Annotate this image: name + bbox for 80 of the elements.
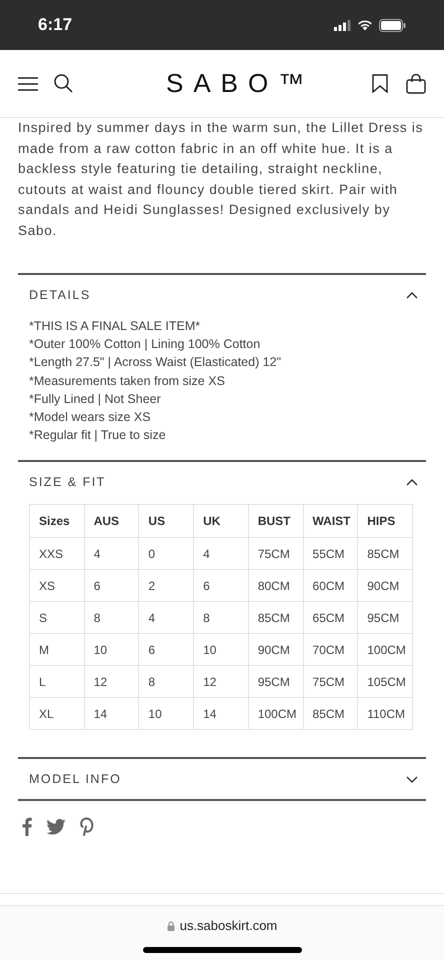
column-header: BUST bbox=[248, 504, 304, 538]
table-cell: S bbox=[30, 602, 84, 634]
table-cell: 6 bbox=[84, 570, 139, 602]
detail-item: *Model wears size XS bbox=[29, 409, 152, 426]
table-cell: 8 bbox=[194, 602, 248, 634]
table-cell: 70CM bbox=[303, 634, 358, 666]
table-cell: XS bbox=[30, 570, 84, 602]
detail-item: *Measurements taken from size XS bbox=[29, 372, 226, 390]
column-header: US bbox=[138, 504, 194, 538]
table-cell: 4 bbox=[84, 538, 139, 570]
table-cell: 55CM bbox=[303, 538, 358, 570]
section-title: DETAILS bbox=[29, 286, 91, 304]
table-cell: 85CM bbox=[358, 538, 412, 570]
table-cell: M bbox=[30, 634, 84, 666]
table-cell: 12 bbox=[84, 666, 139, 698]
table-cell: 10 bbox=[138, 698, 194, 730]
lock-icon bbox=[166, 920, 175, 931]
detail-item: *Fully Lined | Not Sheer bbox=[29, 390, 162, 408]
menu-icon[interactable] bbox=[18, 76, 38, 90]
table-cell: 65CM bbox=[303, 602, 358, 634]
table-cell: 60CM bbox=[303, 570, 358, 602]
table-cell: 2 bbox=[138, 570, 194, 602]
column-header: AUS bbox=[84, 504, 139, 538]
table-cell: XXS bbox=[30, 538, 84, 570]
status-time: 6:17 bbox=[38, 14, 72, 36]
table-cell: 100CM bbox=[248, 698, 304, 730]
table-cell: 95CM bbox=[358, 602, 412, 634]
table-cell: 80CM bbox=[248, 570, 304, 602]
table-cell: 6 bbox=[194, 570, 248, 602]
chevron-up-icon[interactable] bbox=[406, 478, 418, 486]
twitter-icon[interactable] bbox=[46, 818, 66, 835]
detail-item: *THIS IS A FINAL SALE ITEM* bbox=[29, 318, 202, 335]
column-header: WAIST bbox=[303, 504, 358, 538]
table-cell: 10 bbox=[194, 634, 248, 666]
column-header: UK bbox=[194, 504, 248, 538]
battery-icon bbox=[379, 18, 406, 32]
detail-item: *Length 27.5" | Across Waist (Elasticated) 12" bbox=[29, 354, 282, 372]
table-cell: 14 bbox=[84, 698, 139, 730]
table-cell: 12 bbox=[194, 666, 248, 698]
section-title: MODEL INFO bbox=[29, 771, 122, 788]
table-cell: 4 bbox=[194, 538, 248, 570]
chevron-down-icon[interactable] bbox=[406, 776, 418, 783]
table-cell: L bbox=[30, 666, 84, 698]
table-cell: 75CM bbox=[303, 666, 358, 698]
column-header: Sizes bbox=[30, 504, 84, 538]
table-cell: 85CM bbox=[303, 698, 358, 730]
table-cell: 95CM bbox=[248, 666, 304, 698]
product-description: Inspired by summer days in the warm sun, the Lillet Dress is made from a raw cotton fabric in an off white hue. It is a backless style featuring tie detailing, straight neckline, cutouts at waist and flouncy double tiered skirt. Pair with sandals and Heidi Sunglasses! Designed exclusively by Sabo. bbox=[18, 119, 424, 240]
table-cell: 75CM bbox=[248, 538, 304, 570]
accordion-header[interactable]: DETAILS bbox=[18, 275, 426, 315]
table-cell: 105CM bbox=[358, 666, 412, 698]
section-title: SIZE & FIT bbox=[29, 474, 106, 492]
shopping-bag-icon[interactable] bbox=[406, 74, 426, 94]
table-cell: 110CM bbox=[358, 698, 412, 730]
detail-item: *Outer 100% Cotton | Lining 100% Cotton bbox=[29, 336, 262, 354]
pinterest-icon[interactable] bbox=[80, 817, 94, 836]
table-cell: 90CM bbox=[358, 570, 412, 602]
url-text: us.saboskirt.com bbox=[180, 917, 278, 935]
table-cell: 8 bbox=[84, 602, 139, 634]
brand-logo[interactable]: SABO™ bbox=[166, 70, 314, 96]
table-cell: 4 bbox=[138, 602, 194, 634]
facebook-icon[interactable] bbox=[22, 817, 32, 836]
signal-icon bbox=[334, 20, 351, 30]
accordion-header[interactable]: SIZE & FIT bbox=[18, 462, 426, 502]
wifi-icon bbox=[357, 19, 373, 31]
table-cell: 100CM bbox=[358, 634, 412, 666]
table-cell: 14 bbox=[194, 698, 248, 730]
table-cell: 85CM bbox=[248, 602, 304, 634]
table-cell: 8 bbox=[138, 666, 194, 698]
table-cell: 90CM bbox=[248, 634, 304, 666]
detail-item: *Regular fit | True to size bbox=[29, 427, 167, 444]
table-cell: XL bbox=[30, 698, 84, 730]
column-header: HIPS bbox=[358, 504, 412, 538]
chevron-up-icon[interactable] bbox=[406, 292, 418, 298]
table-cell: 0 bbox=[138, 538, 194, 570]
bookmark-icon[interactable] bbox=[372, 74, 388, 93]
table-cell: 10 bbox=[84, 634, 139, 666]
accordion-header[interactable]: MODEL INFO bbox=[18, 759, 426, 800]
table-cell: 6 bbox=[138, 634, 194, 666]
search-icon[interactable] bbox=[54, 74, 73, 93]
